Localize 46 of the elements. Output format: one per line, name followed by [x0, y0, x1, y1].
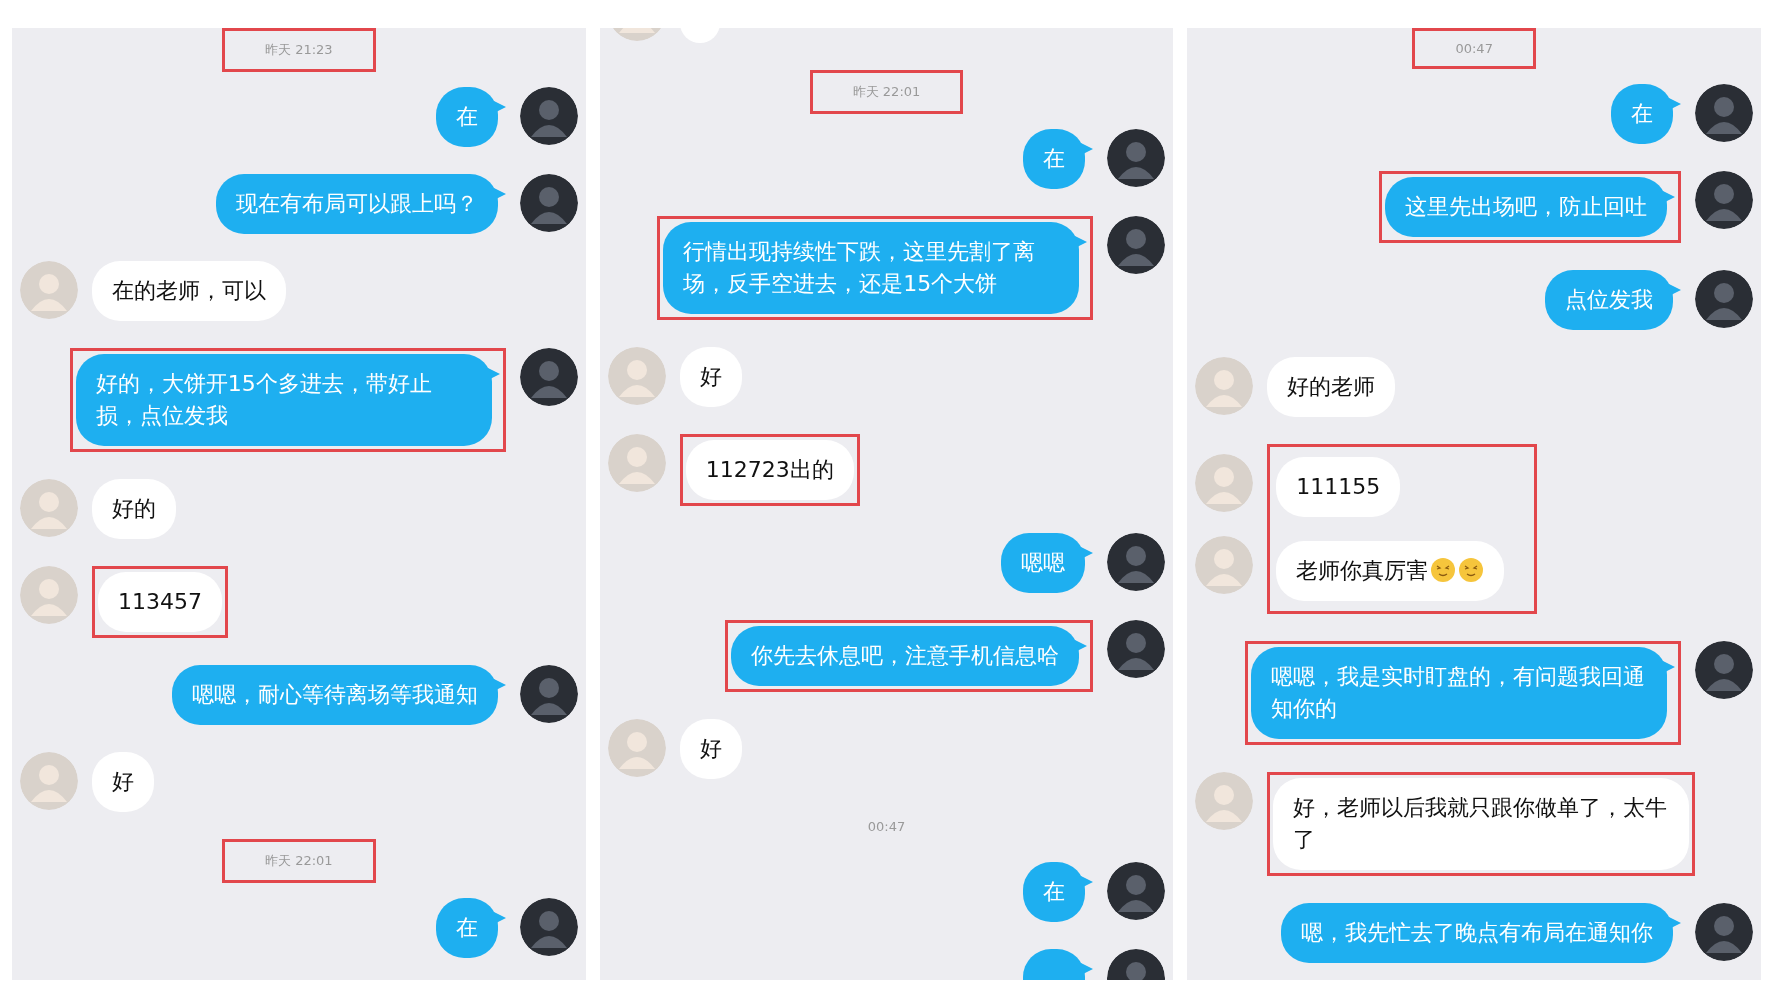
avatar-icon[interactable] — [1107, 129, 1166, 187]
avatar-icon[interactable] — [1695, 84, 1753, 142]
message-bubble: 现在有布局可以跟上吗？ — [215, 174, 498, 234]
message-bubble: 行情出现持续性下跌，这里先割了离场，反手空进去，还是15个大饼 — [663, 222, 1080, 314]
avatar-icon[interactable] — [1695, 171, 1753, 229]
avatar-icon[interactable] — [1107, 862, 1166, 920]
message-bubble: 嗯嗯，我是实时盯盘的，有问题我回通知你的 — [1251, 647, 1667, 739]
avatar-icon[interactable] — [1107, 216, 1166, 274]
message-bubble: 在 — [435, 87, 498, 147]
message-bubble: 你先去休息吧，注意手机信息哈 — [731, 626, 1080, 686]
message-bubble: 在 — [1023, 862, 1086, 922]
message-bubble: 好的老师 — [1267, 357, 1396, 417]
avatar-icon[interactable] — [1695, 270, 1753, 328]
avatar-icon[interactable] — [1107, 620, 1166, 678]
message-bubble: 在 — [435, 898, 498, 958]
avatar-icon[interactable] — [519, 348, 578, 406]
message-bubble: 好 — [92, 752, 154, 812]
timestamp: 昨天 22:01 — [851, 83, 922, 101]
message-bubble: 嗯嗯 — [1001, 533, 1086, 593]
message-bubble: 嗯嗯，耐心等待离场等我通知 — [171, 665, 498, 725]
timestamp: 00:47 — [866, 818, 907, 836]
avatar-icon[interactable] — [519, 665, 578, 723]
message-bubble: 这里先出场吧，防止回吐 — [1385, 177, 1667, 237]
avatar-icon[interactable] — [1695, 641, 1753, 699]
message-bubble: 好，老师以后我就只跟你做单了，太牛了 — [1273, 778, 1690, 870]
message-bubble: 好的 — [92, 479, 176, 539]
message-bubble: 老师你真厉害 — [1276, 541, 1505, 601]
avatar-icon[interactable] — [519, 174, 578, 232]
message-bubble: 在的老师，可以 — [92, 261, 286, 321]
message-bubble: 好 — [679, 719, 742, 779]
message-bubble: 好 — [679, 347, 742, 407]
message-bubble: 点位发我 — [1545, 270, 1673, 330]
avatar-icon[interactable] — [1695, 903, 1753, 961]
message-bubble: 112723出的 — [685, 440, 854, 500]
message-bubble: 好的，大饼开15个多进去，带好止损，点位发我 — [75, 354, 492, 446]
message-bubble: 嗯，我先忙去了晚点有布局在通知你 — [1281, 903, 1673, 963]
message-bubble: 113457 — [98, 572, 222, 632]
avatar-icon[interactable] — [1107, 533, 1166, 591]
avatar-icon[interactable] — [519, 898, 578, 956]
message-bubble: 在 — [1023, 129, 1086, 189]
timestamp: 00:47 — [1454, 40, 1494, 58]
timestamp: 昨天 22:01 — [264, 852, 334, 870]
message-bubble: 在 — [1611, 84, 1673, 144]
timestamp: 昨天 21:23 — [264, 41, 334, 59]
message-bubble: 111155 — [1276, 457, 1401, 517]
avatar-icon[interactable] — [519, 87, 578, 145]
